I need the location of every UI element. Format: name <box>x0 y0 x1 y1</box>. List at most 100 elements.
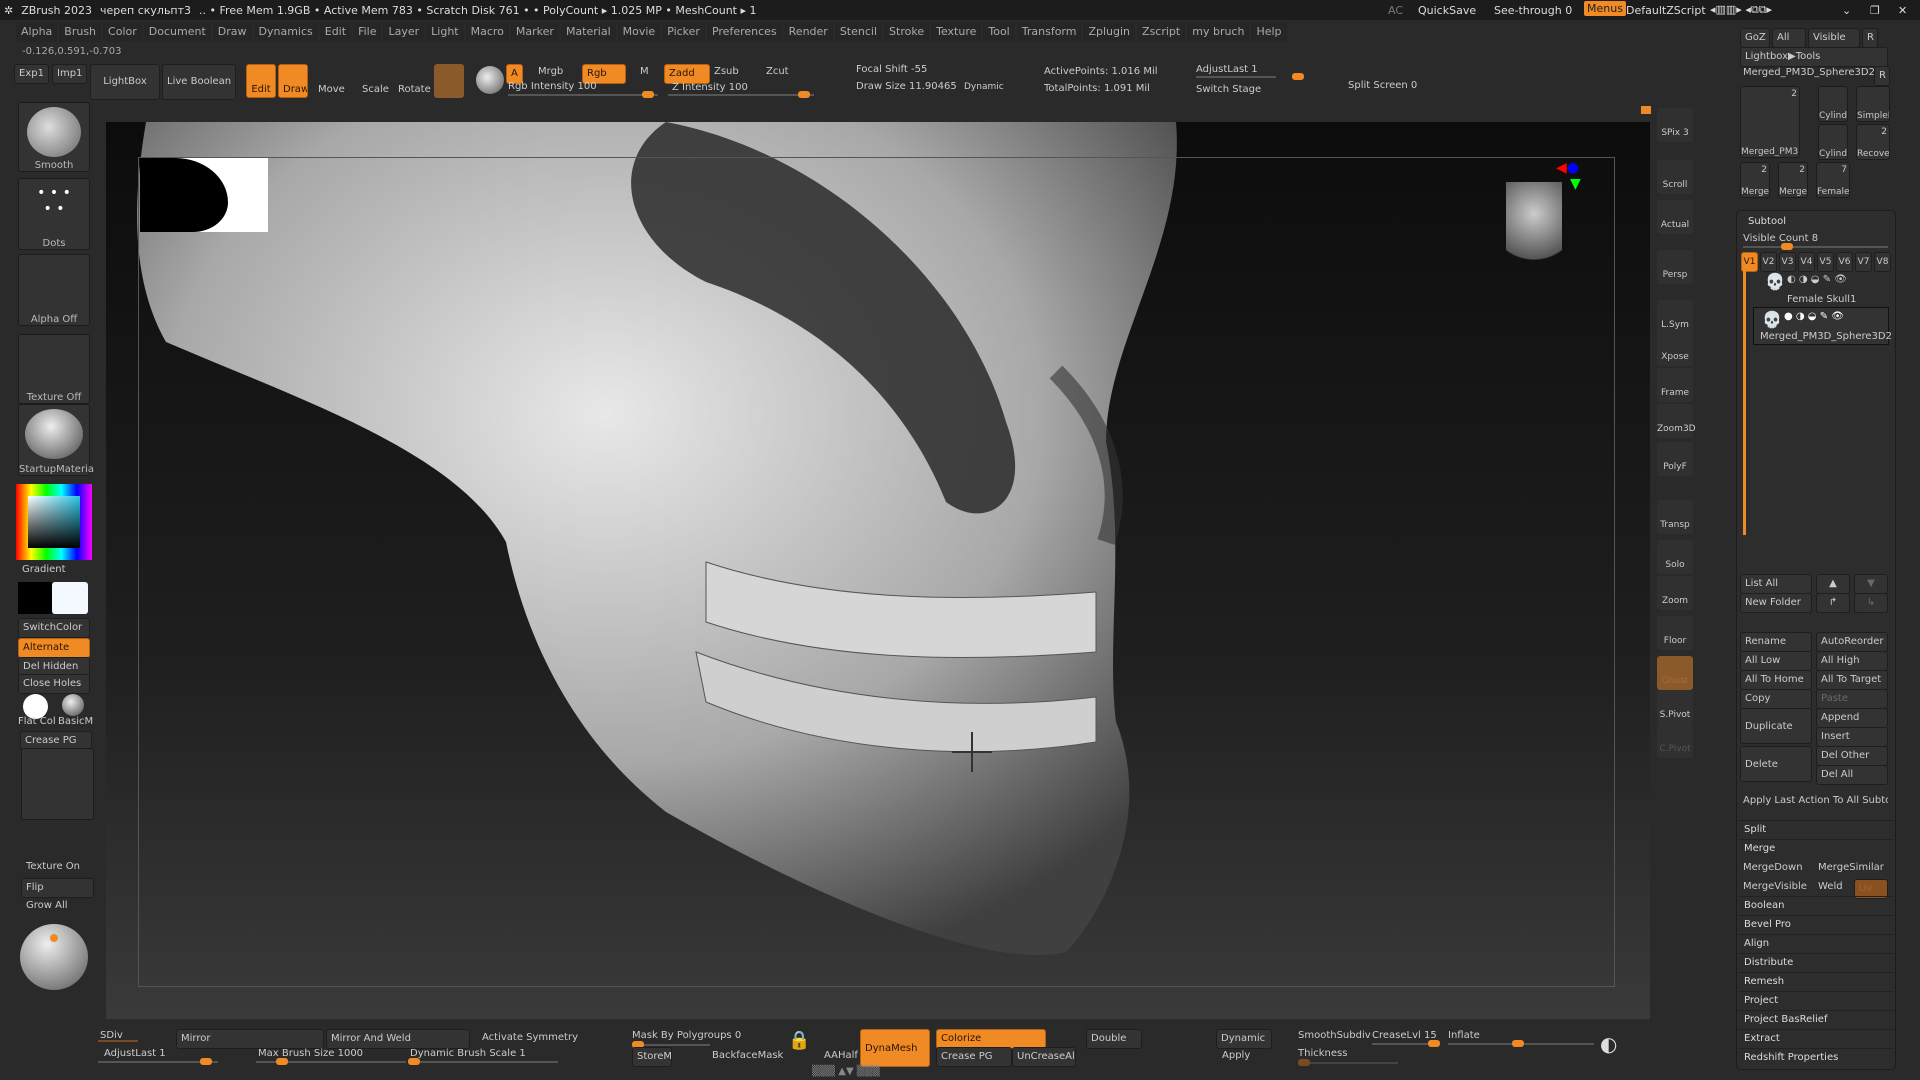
all-to-home-button[interactable]: All To Home <box>1740 670 1812 690</box>
rgb-intensity-slider[interactable]: Rgb Intensity 100 <box>508 81 597 92</box>
aahalf-button[interactable]: AAHalf <box>824 1050 858 1061</box>
menu-light[interactable]: Light <box>426 22 464 42</box>
adjust-last-slider-bottom[interactable]: AdjustLast 1 <box>104 1048 166 1059</box>
zsub-button[interactable]: Zsub <box>714 66 739 77</box>
lightbox-tools-button[interactable]: Lightbox▶Tools <box>1740 47 1888 67</box>
draw-size-slider[interactable]: Draw Size 11.90465 <box>856 81 957 92</box>
scale-button[interactable]: Scale <box>362 84 389 95</box>
transparency-icon[interactable]: Transp <box>1657 500 1693 534</box>
solo-icon[interactable]: Solo <box>1657 540 1693 574</box>
menu-document[interactable]: Document <box>143 22 211 42</box>
tool-thumbnail[interactable]: Merged_PM3D_ 2 <box>1740 86 1800 158</box>
del-other-button[interactable]: Del Other <box>1816 746 1888 766</box>
lightbox-button[interactable]: LightBox <box>90 64 160 100</box>
orientation-head-icon[interactable] <box>1506 182 1562 272</box>
pivot-icon[interactable]: C.Pivot <box>1657 724 1693 758</box>
import-button[interactable]: Imp1 <box>52 64 88 84</box>
contrast-toggle-icon[interactable]: ◐ <box>1600 1032 1630 1062</box>
menu-marker[interactable]: Marker <box>510 22 559 42</box>
boolean-section[interactable]: Boolean <box>1738 896 1894 915</box>
live-boolean-button[interactable]: Live Boolean <box>162 64 236 100</box>
distribute-section[interactable]: Distribute <box>1738 953 1894 972</box>
z-intensity-slider[interactable]: Z Intensity 100 <box>672 82 748 93</box>
magnifier-icon[interactable]: Actual <box>1657 200 1693 234</box>
tool-r-button[interactable]: R <box>1874 66 1890 86</box>
perspective-grid-icon[interactable]: Persp <box>1657 250 1693 284</box>
mask-by-polygroups-slider[interactable]: Mask By Polygroups 0 <box>632 1030 741 1041</box>
rotate-button[interactable]: Rotate <box>398 84 431 95</box>
navigation-thumbnail[interactable] <box>140 158 268 232</box>
symmetry-icon[interactable]: L.Sym <box>1657 300 1693 334</box>
subtool-toggles-icon[interactable]: ◐ ◑ ◒ ✎ 👁 <box>1787 274 1847 285</box>
menu-brush[interactable]: Brush <box>59 22 102 42</box>
switch-stage-button[interactable]: Switch Stage <box>1196 84 1261 95</box>
menu-color[interactable]: Color <box>103 22 142 42</box>
subtool-header[interactable]: Subtool <box>1748 216 1786 227</box>
crease-pg-bottom-button[interactable]: Crease PG <box>936 1047 1012 1067</box>
double-button[interactable]: Double <box>1086 1029 1142 1049</box>
light-sphere[interactable] <box>20 924 88 990</box>
polyframe-icon[interactable]: PolyF <box>1657 442 1693 476</box>
draw-mode-button[interactable]: Draw <box>278 64 308 98</box>
split-section[interactable]: Split <box>1738 820 1894 839</box>
zadd-button[interactable]: Zadd <box>664 64 710 84</box>
grow-all-button[interactable]: Grow All <box>26 900 68 911</box>
restore-icon[interactable]: ❐ <box>1870 4 1880 17</box>
move-up-arrow-icon[interactable]: ▲ <box>1816 574 1850 594</box>
all-to-target-button[interactable]: All To Target <box>1816 670 1888 690</box>
zoom-icon[interactable]: Zoom <box>1657 576 1693 610</box>
tray-toggle-arrows-icon[interactable]: ▒▒▒ ▲▼ ▒▒▒ <box>812 1066 880 1077</box>
pivot-icon[interactable]: S.Pivot <box>1657 690 1693 724</box>
rename-button[interactable]: Rename <box>1740 632 1812 652</box>
stroke-selector[interactable]: • • • • • Dots <box>18 178 90 250</box>
align-section[interactable]: Align <box>1738 934 1894 953</box>
menu-my-bruch[interactable]: my bruch <box>1187 22 1250 42</box>
version-v4[interactable]: V4 <box>1798 252 1815 272</box>
version-v3[interactable]: V3 <box>1779 252 1796 272</box>
viewport-corner-marker[interactable] <box>1641 106 1651 114</box>
insert-button[interactable]: Insert <box>1816 727 1888 747</box>
brush-selector[interactable]: Smooth <box>18 102 90 172</box>
floor-icon[interactable]: Floor <box>1657 616 1693 650</box>
project-section[interactable]: Project <box>1738 991 1894 1010</box>
all-low-button[interactable]: All Low <box>1740 651 1812 671</box>
empty-slot[interactable] <box>21 748 94 820</box>
main-color-swatch[interactable] <box>52 582 88 614</box>
all-high-button[interactable]: All High <box>1816 651 1888 671</box>
zoom3d-icon[interactable]: Zoom3D <box>1657 404 1696 438</box>
menu-preferences[interactable]: Preferences <box>706 22 782 42</box>
ac-button[interactable]: AC <box>1388 4 1403 17</box>
storemt-button[interactable]: StoreMT <box>632 1047 672 1067</box>
merge-section[interactable]: Merge <box>1738 839 1894 858</box>
hand-icon[interactable]: Scroll <box>1657 160 1693 194</box>
mirror-button[interactable]: Mirror <box>176 1029 324 1049</box>
goz-button[interactable]: GoZ <box>1740 28 1770 48</box>
append-button[interactable]: Append <box>1816 708 1888 728</box>
split-screen-slider[interactable]: Split Screen 0 <box>1348 80 1417 91</box>
bpr-icon[interactable]: SPix 3 <box>1657 108 1693 142</box>
project-basrelief-section[interactable]: Project BasRelief <box>1738 1010 1894 1029</box>
list-all-button[interactable]: List All <box>1740 574 1812 594</box>
menu-tool[interactable]: Tool <box>983 22 1015 42</box>
folder-arrow-icon[interactable]: ↱ <box>1816 593 1850 613</box>
edit-mode-button[interactable]: Edit <box>246 64 276 98</box>
flip-button[interactable]: Flip <box>21 878 94 898</box>
inflate-slider[interactable]: Inflate <box>1448 1030 1480 1041</box>
dynamesh-button[interactable]: DynaMesh <box>860 1029 930 1067</box>
alternate-button[interactable]: Alternate <box>18 638 90 658</box>
tool-thumbnail[interactable]: Mergec 2 <box>1740 162 1770 198</box>
ghost-icon[interactable]: Ghost <box>1657 656 1693 690</box>
menu-material[interactable]: Material <box>560 22 616 42</box>
layout-arrows-icon[interactable]: ◂▥▥▸ ◂⧉⧉▸ <box>1710 3 1772 17</box>
smooth-subdiv-slider[interactable]: SmoothSubdiv <box>1298 1030 1371 1041</box>
visible-count-slider[interactable]: Visible Count 8 <box>1743 233 1818 244</box>
gradient-toggle[interactable]: Gradient <box>22 564 66 575</box>
delete-button[interactable]: Delete <box>1740 746 1812 782</box>
quicksave-button[interactable]: QuickSave <box>1418 4 1476 17</box>
current-tool-name[interactable]: Merged_PM3D_Sphere3D2. <box>1743 67 1878 78</box>
redshift-properties-section[interactable]: Redshift Properties <box>1738 1048 1894 1067</box>
goz-all-button[interactable]: All <box>1772 28 1806 48</box>
thickness-slider[interactable]: Thickness <box>1298 1048 1347 1059</box>
stroke-s-icon[interactable] <box>476 66 504 94</box>
axis-gizmo-icon[interactable]: ◀● ▼ <box>1556 160 1581 192</box>
